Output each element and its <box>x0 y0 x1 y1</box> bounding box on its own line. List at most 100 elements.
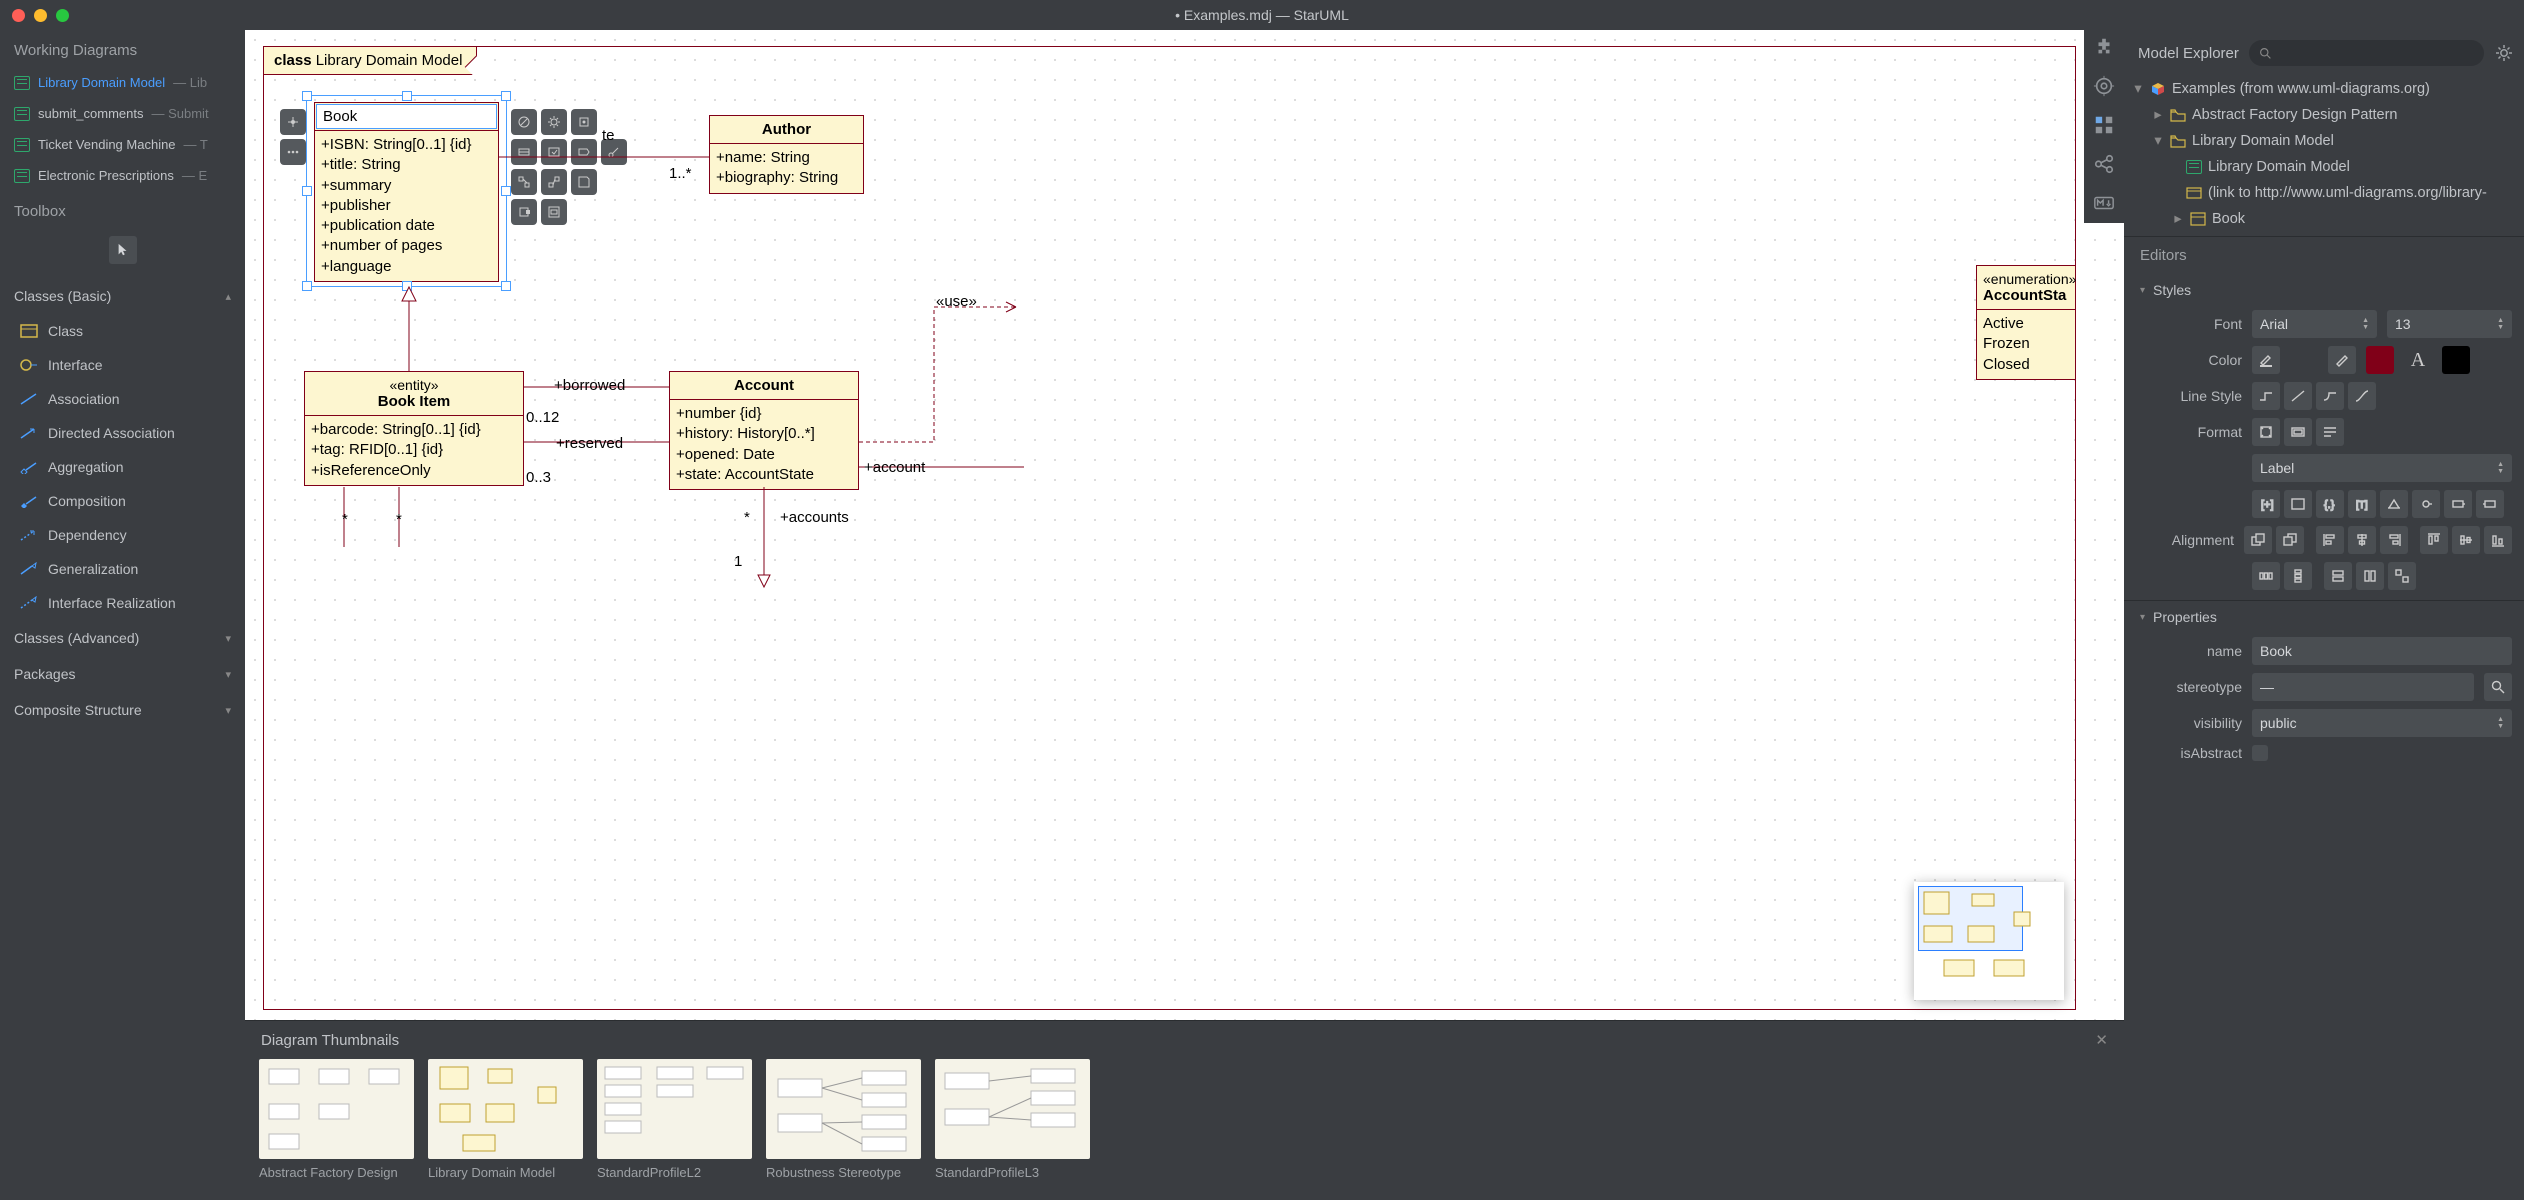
prop-isabstract-checkbox[interactable] <box>2252 745 2268 761</box>
tool-interface[interactable]: Interface <box>0 348 245 382</box>
fmt-show-type[interactable]: [T] <box>2348 490 2376 518</box>
prop-name-input[interactable]: Book <box>2252 637 2512 665</box>
properties-section[interactable]: Properties <box>2124 600 2524 633</box>
qb-recv[interactable] <box>571 139 597 165</box>
wd-item-library[interactable]: Library Domain Model — Lib <box>0 67 245 98</box>
tool-composition[interactable]: Composition <box>0 484 245 518</box>
align-left[interactable] <box>2316 526 2344 554</box>
tool-directed-association[interactable]: Directed Association <box>0 416 245 450</box>
thumb-3[interactable]: Robustness Stereotype <box>766 1059 921 1180</box>
fill-color-icon-button[interactable] <box>2252 346 2280 374</box>
qb-1[interactable] <box>511 109 537 135</box>
class-name-edit[interactable]: Book <box>316 104 497 129</box>
packages-category[interactable]: Packages <box>0 656 245 692</box>
qb-note[interactable] <box>571 169 597 195</box>
thumb-1[interactable]: Library Domain Model <box>428 1059 583 1180</box>
line-color-swatch[interactable] <box>2366 346 2394 374</box>
qb-part[interactable] <box>541 199 567 225</box>
canvas[interactable]: class Library Domain Model +ISBN: String… <box>245 30 2124 1020</box>
qb-sub[interactable] <box>511 169 537 195</box>
select-tool[interactable] <box>109 236 137 264</box>
markdown-icon[interactable] <box>2093 192 2115 217</box>
fmt-show-visibility[interactable]: [+] <box>2252 490 2280 518</box>
quick-visibility-button[interactable] <box>280 109 306 135</box>
tool-generalization[interactable]: Generalization <box>0 552 245 586</box>
target-icon[interactable] <box>2093 75 2115 100</box>
class-accountstate[interactable]: «enumeration»AccountSta Active Frozen Cl… <box>1976 265 2076 380</box>
tree-n2[interactable]: ▾Library Domain Model <box>2130 128 2518 154</box>
prop-stereotype-input[interactable]: — <box>2252 673 2474 701</box>
wd-item-erx[interactable]: Electronic Prescriptions — E <box>0 160 245 191</box>
thumb-0[interactable]: Abstract Factory Design <box>259 1059 414 1180</box>
linestyle-curve[interactable] <box>2348 382 2376 410</box>
classes-basic-category[interactable]: Classes (Basic) <box>0 278 245 314</box>
qb-2[interactable] <box>541 109 567 135</box>
uml-frame[interactable]: class Library Domain Model +ISBN: String… <box>263 46 2076 1010</box>
send-back[interactable] <box>2276 526 2304 554</box>
fmt-show-namespace[interactable] <box>2284 490 2312 518</box>
tree-root[interactable]: ▾Examples (from www.uml-diagrams.org) <box>2130 76 2518 102</box>
class-account[interactable]: Account +number {id} +history: History[0… <box>669 371 859 490</box>
class-bookitem[interactable]: «entity»Book Item +barcode: String[0..1]… <box>304 371 524 486</box>
fmt-show-property[interactable]: {.} <box>2316 490 2344 518</box>
match-height[interactable] <box>2356 562 2384 590</box>
fmt-op-1[interactable] <box>2412 490 2440 518</box>
grid-icon[interactable] <box>2093 114 2115 139</box>
class-author[interactable]: Author +name: String +biography: String <box>709 115 864 194</box>
extensions-icon[interactable] <box>2093 36 2115 61</box>
font-size-select[interactable]: 13▲▼ <box>2387 310 2512 338</box>
minimize-window-button[interactable] <box>34 9 47 22</box>
fmt-show-multiplicity[interactable] <box>2380 490 2408 518</box>
tree-n2c[interactable]: ▸Book <box>2130 206 2518 232</box>
styles-section[interactable]: Styles <box>2124 274 2524 306</box>
text-color-swatch[interactable] <box>2442 346 2470 374</box>
prop-visibility-select[interactable]: public▲▼ <box>2252 709 2512 737</box>
gear-icon[interactable] <box>2494 43 2514 63</box>
align-middle-v[interactable] <box>2452 526 2480 554</box>
line-color-icon-button[interactable] <box>2328 346 2356 374</box>
align-center-h[interactable] <box>2348 526 2376 554</box>
distribute-h[interactable] <box>2252 562 2280 590</box>
format-autosize[interactable] <box>2252 418 2280 446</box>
qb-3[interactable] <box>571 109 597 135</box>
tree-n2b[interactable]: (link to http://www.uml-diagrams.org/lib… <box>2130 180 2518 206</box>
classes-advanced-category[interactable]: Classes (Advanced) <box>0 620 245 656</box>
linestyle-oblique[interactable] <box>2284 382 2312 410</box>
format-wordwrap[interactable] <box>2316 418 2344 446</box>
share-icon[interactable] <box>2093 153 2115 178</box>
close-thumbs-button[interactable]: ✕ <box>2095 1031 2108 1049</box>
thumb-2[interactable]: StandardProfileL2 <box>597 1059 752 1180</box>
fmt-op-3[interactable] <box>2476 490 2504 518</box>
tool-class[interactable]: Class <box>0 314 245 348</box>
minimap[interactable] <box>1914 882 2064 1000</box>
stereotype-search-button[interactable] <box>2484 673 2512 701</box>
distribute-v[interactable] <box>2284 562 2312 590</box>
maximize-window-button[interactable] <box>56 9 69 22</box>
close-window-button[interactable] <box>12 9 25 22</box>
tree-n2a[interactable]: Library Domain Model <box>2130 154 2518 180</box>
explorer-search[interactable] <box>2249 40 2484 66</box>
linestyle-rounded[interactable] <box>2316 382 2344 410</box>
qb-port[interactable] <box>511 199 537 225</box>
align-right[interactable] <box>2380 526 2408 554</box>
qb-sup[interactable] <box>541 169 567 195</box>
qb-op[interactable] <box>541 139 567 165</box>
linestyle-rectilinear[interactable] <box>2252 382 2280 410</box>
composite-structure-category[interactable]: Composite Structure <box>0 692 245 728</box>
font-select[interactable]: Arial▲▼ <box>2252 310 2377 338</box>
quick-more-button[interactable] <box>280 139 306 165</box>
stereotype-display-select[interactable]: Label▲▼ <box>2252 454 2512 482</box>
tree-n1[interactable]: ▸Abstract Factory Design Pattern <box>2130 102 2518 128</box>
fill-color-swatch[interactable] <box>2290 346 2318 374</box>
thumb-4[interactable]: StandardProfileL3 <box>935 1059 1090 1180</box>
fmt-op-2[interactable] <box>2444 490 2472 518</box>
bring-front[interactable] <box>2244 526 2272 554</box>
format-stereotype-display[interactable] <box>2284 418 2312 446</box>
tool-association[interactable]: Association <box>0 382 245 416</box>
align-bottom[interactable] <box>2484 526 2512 554</box>
match-size[interactable] <box>2388 562 2416 590</box>
tool-dependency[interactable]: Dependency <box>0 518 245 552</box>
text-color-icon[interactable]: A <box>2404 346 2432 374</box>
wd-item-ticket[interactable]: Ticket Vending Machine — T <box>0 129 245 160</box>
tool-aggregation[interactable]: Aggregation <box>0 450 245 484</box>
